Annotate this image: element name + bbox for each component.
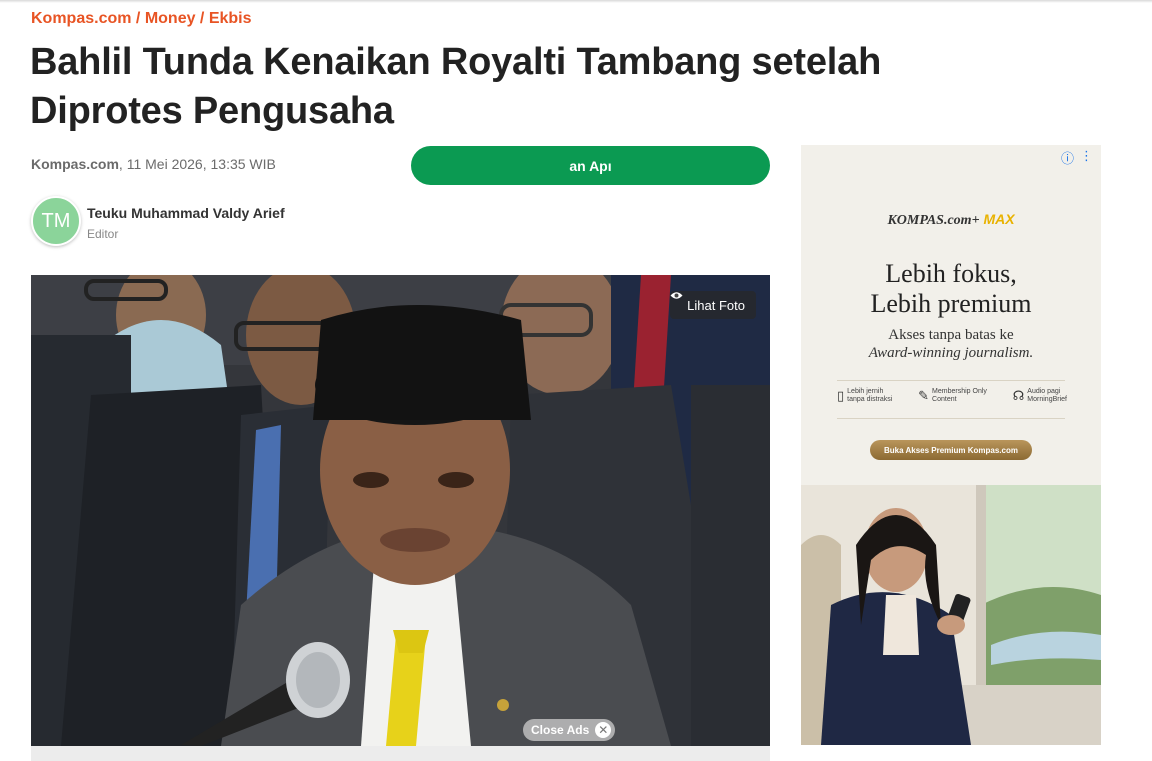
article-meta: Kompas.com, 11 Mei 2026, 13:35 WIB [31,156,276,172]
ad-feature: ☊ Audio pagi MorningBrief [1013,388,1067,404]
ad-feature-text: Audio pagi [1027,388,1061,395]
ad-subheadline: Akses tanpa batas ke Award-winning journ… [801,326,1101,362]
article-photo-illustration [31,275,770,746]
phone-icon: ▯ [837,388,845,403]
article-datetime: , 11 Mei 2026, 13:35 WIB [118,156,276,172]
breadcrumb-separator: / [195,10,209,27]
author-name[interactable]: Teuku Muhammad Valdy Arief [87,205,285,221]
top-shadow [0,0,1152,3]
ad-headline: Lebih fokus, Lebih premium [801,259,1101,319]
headphones-icon: ☊ [1012,388,1025,403]
breadcrumb: Kompas.com / Money / Ekbis [31,10,252,28]
ad-photo [801,485,1101,745]
ad-headline-line: Lebih premium [870,289,1032,318]
close-ads-label: Close Ads [531,723,590,737]
ad-brand-text: KOMPAS.com+ [887,213,980,228]
open-app-button[interactable]: an Apı [411,146,770,185]
ad-feature-text: tanpa distraksi [847,396,893,403]
ad-features: ▯ Lebih jernih tanpa distraksi ✎ Membersh… [837,388,1067,404]
ad-info: ⓘ ⋮ [1061,148,1093,167]
close-icon[interactable]: ✕ [595,722,612,738]
ad-feature-text: Lebih jernih [847,388,884,395]
breadcrumb-ekbis[interactable]: Ekbis [209,10,252,27]
author-avatar[interactable]: TM [31,196,81,246]
ad-divider [837,380,1065,381]
pen-icon: ✎ [918,388,930,403]
photo-caption-bar [31,746,770,761]
ad-feature-text: MorningBrief [1027,396,1067,403]
ad-sub-line: Akses tanpa batas ke [888,327,1014,343]
ad-feature-text: Content [932,396,957,403]
close-ads-button[interactable]: Close Ads ✕ [523,719,616,741]
view-photo-label: Lihat Foto [687,297,745,313]
info-icon[interactable]: ⓘ [1061,148,1074,167]
article-source: Kompas.com [31,156,119,172]
ad-headline-line: Lebih fokus, [885,259,1017,288]
ad-divider [837,418,1065,419]
ad-brand-max: MAX [979,211,1015,227]
ad-sub-line: Award-winning journalism. [868,345,1034,361]
article-photo[interactable]: Lihat Foto [31,275,770,746]
ad-brand-logo: KOMPAS.com+ MAX [801,211,1101,229]
ad-feature-text: Membership Only [932,388,987,395]
breadcrumb-money[interactable]: Money [145,10,196,27]
ad-feature: ▯ Lebih jernih tanpa distraksi [837,388,892,404]
ad-cta-button[interactable]: Buka Akses Premium Kompas.com [870,440,1032,460]
ad-feature: ✎ Membership Only Content [918,388,987,404]
article-title: Bahlil Tunda Kenaikan Royalti Tambang se… [30,41,882,132]
breadcrumb-separator: / [131,10,145,27]
more-options-icon[interactable]: ⋮ [1080,148,1093,167]
author-role: Editor [87,227,119,241]
sidebar-ad[interactable]: ⓘ ⋮ KOMPAS.com+ MAX Lebih fokus, Lebih p… [801,145,1101,745]
view-photo-button[interactable]: Lihat Foto [670,291,756,319]
breadcrumb-site[interactable]: Kompas.com [31,10,131,27]
